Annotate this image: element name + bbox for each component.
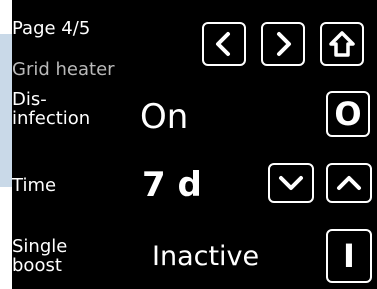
chevron-up-icon	[337, 176, 361, 190]
time-increase-button[interactable]	[326, 163, 372, 203]
page-title: Grid heater	[12, 59, 115, 80]
chevron-right-icon	[277, 32, 291, 56]
device-screen: Page 4/5 Grid heater Dis- infection On O…	[12, 0, 377, 289]
single-boost-label: Single boost	[12, 237, 132, 275]
disinfection-toggle-button[interactable]: O	[326, 91, 370, 137]
single-boost-toggle-button[interactable]: I	[326, 229, 372, 283]
chevron-down-icon	[279, 176, 303, 190]
chevron-left-icon	[216, 32, 230, 56]
home-button[interactable]	[320, 22, 364, 66]
home-outline-icon	[329, 31, 355, 57]
next-page-button[interactable]	[261, 22, 305, 66]
single-boost-toggle-label: I	[343, 237, 355, 275]
page-indicator: Page 4/5	[12, 18, 91, 39]
single-boost-label-text: Single boost	[12, 236, 68, 276]
time-label: Time	[12, 175, 57, 196]
single-boost-value: Inactive	[152, 241, 260, 272]
disinfection-value: On	[140, 97, 189, 137]
disinfection-toggle-label: O	[334, 95, 362, 133]
disinfection-label: Dis- infection	[12, 90, 132, 128]
time-decrease-button[interactable]	[268, 163, 314, 203]
disinfection-label-text: Dis- infection	[12, 89, 91, 129]
time-value: 7 d	[142, 165, 202, 205]
prev-page-button[interactable]	[202, 22, 246, 66]
